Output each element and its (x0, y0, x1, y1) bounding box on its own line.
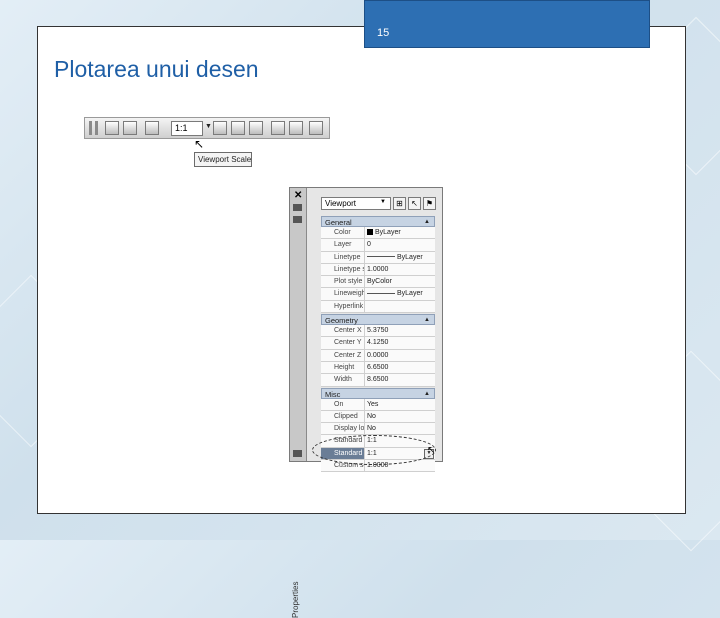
property-value: ByColor (367, 278, 392, 286)
quick-select-icon[interactable]: ⚑ (423, 197, 436, 210)
highlight-ellipse (312, 435, 436, 465)
property-label: Height (321, 361, 365, 374)
toolbar-grip[interactable] (95, 121, 98, 135)
property-row[interactable]: Center Y 4.1250 (321, 337, 435, 350)
page-number: 15 (377, 27, 390, 39)
mouse-cursor-icon: ↖ (194, 137, 205, 151)
convert-viewport-icon[interactable] (145, 121, 159, 135)
section-geometry[interactable]: Geometry ▲ (321, 314, 435, 326)
slide-title: Plotarea unui desen (54, 56, 259, 82)
property-row[interactable]: Hyperlink (321, 300, 435, 314)
property-row[interactable]: On Yes (321, 398, 435, 411)
property-value: 4.1250 (367, 339, 389, 347)
property-label: Hyperlink (321, 300, 365, 313)
property-row[interactable]: Clipped No (321, 410, 435, 424)
property-label: Display loc… (321, 423, 365, 435)
viewport-scale-select[interactable]: 1:1 (171, 121, 203, 136)
property-label: Plot style (321, 276, 365, 288)
palette-options-icon[interactable] (293, 450, 302, 457)
palette-side-bar: ✕ Properties (290, 188, 307, 618)
property-value: 0.0000 (367, 351, 389, 359)
property-label: Clipped (321, 410, 365, 423)
linetype-sample-icon (367, 256, 395, 258)
property-row[interactable]: Layer 0 (321, 239, 435, 252)
property-row[interactable]: Center X 5.3750 (321, 325, 435, 338)
chevron-down-icon[interactable]: ▼ (380, 199, 386, 205)
property-value: 1.0000 (367, 265, 389, 273)
layer-icon[interactable] (289, 121, 303, 135)
property-value: 8.6500 (367, 376, 389, 384)
palette-title: Properties (291, 581, 300, 618)
select-objects-icon[interactable]: ↖ (408, 197, 421, 210)
property-label: Linetype sc… (321, 263, 365, 276)
mouse-cursor-icon: ↖ (427, 445, 436, 456)
property-value: 0 (367, 241, 371, 249)
property-label: Color (321, 227, 365, 239)
palette-menu-icon[interactable] (293, 216, 302, 223)
property-row[interactable]: Display loc…No (321, 423, 435, 436)
property-row[interactable]: Height 6.6500 (321, 361, 435, 375)
property-value (365, 301, 435, 312)
annotation-icon[interactable] (249, 121, 263, 135)
property-row[interactable]: Color ByLayer (321, 227, 435, 240)
viewport-toolbar: 1:1 ▼ (84, 117, 330, 139)
property-label: Center X (321, 325, 365, 337)
zoom-icon[interactable] (213, 121, 227, 135)
property-value: No (367, 412, 376, 420)
property-row[interactable]: Width 8.6500 (321, 374, 435, 387)
palette-content: Viewport ▼ ⊞ ↖ ⚑ General ▲ Color ByLayer L… (307, 188, 442, 473)
property-row[interactable]: Linetype ByLayer (321, 251, 435, 264)
section-misc[interactable]: Misc ▲ (321, 387, 435, 399)
section-label: Misc (325, 389, 341, 399)
property-value: ByLayer (397, 290, 423, 298)
gear-icon[interactable] (271, 121, 285, 135)
viewport-scale-tooltip: Viewport Scale (194, 152, 252, 167)
section-general[interactable]: General ▲ (321, 216, 435, 227)
close-icon[interactable]: ✕ (294, 190, 302, 201)
property-label: Linetype (321, 251, 365, 263)
property-value: ByLayer (375, 229, 401, 236)
property-value: Yes (367, 400, 379, 408)
properties-grid: General ▲ Color ByLayer Layer 0 Linetype ByL… (321, 215, 435, 473)
chevron-down-icon[interactable]: ▼ (205, 123, 212, 130)
section-label: General (325, 218, 352, 227)
property-label: On (321, 398, 365, 410)
page-number-tab: 15 (364, 0, 650, 48)
property-row[interactable]: Linetype sc…1.0000 (321, 263, 435, 277)
toolbar-grip[interactable] (89, 121, 92, 135)
property-row[interactable]: Plot style ByColor (321, 276, 435, 289)
pickadd-icon[interactable]: ⊞ (393, 197, 406, 210)
property-label: Lineweight (321, 288, 365, 300)
window-icon[interactable] (309, 121, 323, 135)
pan-icon[interactable] (231, 121, 245, 135)
properties-palette: ✕ Properties Viewport ▼ ⊞ ↖ ⚑ General ▲ C… (289, 187, 443, 618)
property-value: No (367, 425, 376, 433)
property-label: Center Y (321, 337, 365, 349)
property-label: Center Z (321, 349, 365, 361)
property-label: Width (321, 374, 365, 386)
auto-hide-icon[interactable] (293, 204, 302, 211)
section-label: Geometry (325, 316, 358, 326)
property-value: ByLayer (397, 253, 423, 261)
lineweight-sample-icon (367, 293, 395, 295)
property-row[interactable]: Center Z 0.0000 (321, 349, 435, 362)
property-label: Layer (321, 239, 365, 251)
property-value: 5.3750 (367, 327, 389, 335)
viewport-clip-icon[interactable] (105, 121, 119, 135)
color-swatch-icon (367, 229, 373, 236)
property-row[interactable]: Lineweight ByLayer (321, 288, 435, 301)
property-value: 6.6500 (367, 363, 389, 371)
viewport-grid-icon[interactable] (123, 121, 137, 135)
